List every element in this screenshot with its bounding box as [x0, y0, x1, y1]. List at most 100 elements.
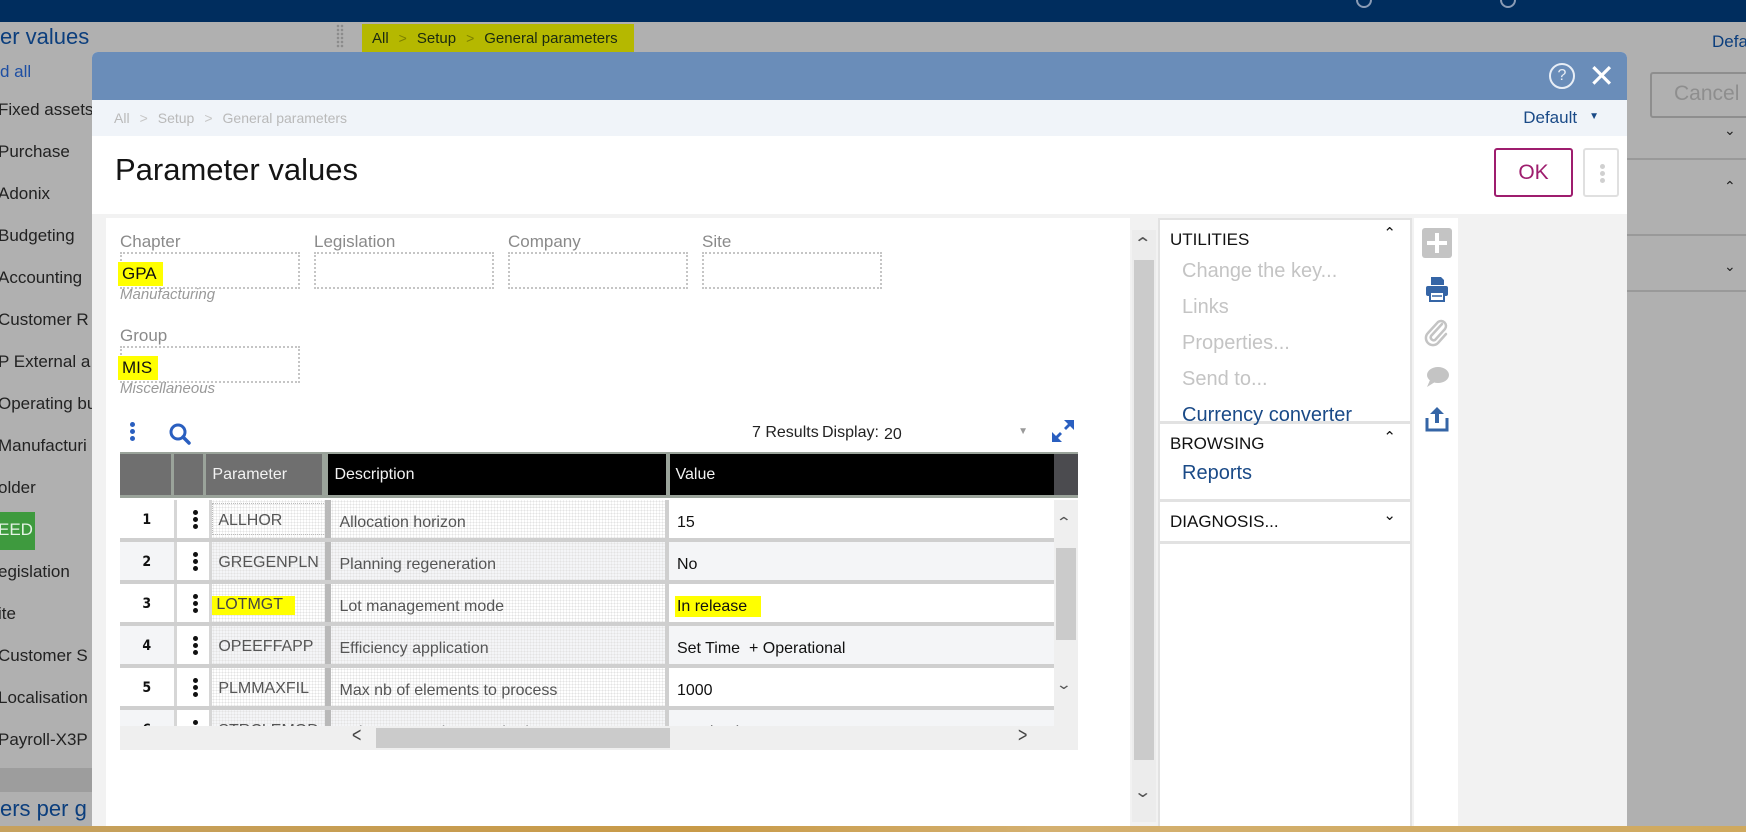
user-icon[interactable] — [1356, 0, 1372, 8]
breadcrumb-item[interactable]: General parameters — [223, 110, 348, 126]
value-cell[interactable]: No — [669, 542, 1054, 580]
column-header-description[interactable]: Description — [328, 454, 670, 495]
diagnosis-section[interactable]: DIAGNOSIS... ⌄ — [1160, 502, 1410, 544]
close-icon[interactable]: ✕ — [1588, 58, 1615, 94]
grid-horizontal-scrollbar[interactable]: < > — [120, 725, 1078, 750]
search-icon[interactable] — [168, 422, 192, 446]
sidebar-item[interactable]: Operating bu — [0, 390, 92, 432]
comment-icon[interactable] — [1422, 362, 1452, 392]
breadcrumb-item[interactable]: All — [114, 110, 130, 126]
grid-body: 1 ALLHOR Allocation horizon 15 2 GREGENP… — [120, 500, 1054, 726]
fullscreen-icon[interactable] — [1050, 418, 1076, 444]
sidebar-item[interactable]: Customer R — [0, 306, 92, 348]
sidebar-item[interactable]: Accounting — [0, 264, 92, 306]
sidebar-item[interactable]: Customer S — [0, 642, 92, 684]
site-field[interactable] — [702, 252, 882, 289]
breadcrumb-item[interactable]: All — [372, 30, 389, 47]
menu-item-properties: Properties... — [1182, 332, 1290, 354]
column-header-actions — [173, 454, 207, 495]
ok-button[interactable]: OK — [1494, 148, 1573, 197]
chevron-up-icon[interactable]: ⌃ — [1383, 428, 1396, 446]
diagnosis-title[interactable]: DIAGNOSIS... — [1160, 502, 1410, 532]
company-field[interactable] — [508, 252, 688, 289]
column-header-value[interactable]: Value — [669, 454, 1055, 495]
scroll-up-icon[interactable]: ⌃ — [1056, 514, 1072, 531]
breadcrumb-item[interactable]: Setup — [417, 30, 456, 47]
sidebar-item[interactable]: Budgeting — [0, 222, 92, 264]
grid-actions-icon[interactable] — [130, 422, 136, 442]
sidebar-item[interactable]: ite — [0, 600, 92, 642]
table-row[interactable]: 1 ALLHOR Allocation horizon 15 — [120, 500, 1054, 542]
parameter-cell[interactable]: PLMMAXFIL — [209, 668, 332, 706]
form-vertical-scrollbar[interactable]: ⌃ ⌄ — [1132, 230, 1156, 822]
parameter-cell[interactable]: GREGENPLN — [209, 542, 332, 580]
chevron-down-icon[interactable]: ⌄ — [1383, 506, 1396, 524]
row-actions-icon[interactable] — [173, 500, 210, 538]
sidebar-item[interactable]: Adonix — [0, 180, 92, 222]
expand-all-link[interactable]: d all — [0, 62, 31, 82]
group-description: Miscellaneous — [120, 380, 216, 397]
breadcrumb-item[interactable]: Setup — [158, 110, 195, 126]
help-icon[interactable]: ? — [1549, 63, 1575, 89]
sidebar-item[interactable]: Purchase — [0, 138, 92, 180]
value-cell[interactable]: Purchasing — [669, 710, 1054, 726]
sidebar-item[interactable]: Payroll-X3P — [0, 726, 92, 768]
sidebar-item[interactable]: older — [0, 474, 92, 516]
sidebar-item[interactable]: egislation — [0, 558, 92, 600]
plus-icon[interactable] — [1422, 228, 1452, 258]
chevron-down-icon[interactable]: ⌄ — [1724, 122, 1736, 139]
scrollbar-thumb[interactable] — [1134, 260, 1154, 760]
scroll-left-icon[interactable]: < — [352, 725, 361, 748]
side-panel: UTILITIES ⌃ Change the key... Links Prop… — [1158, 218, 1412, 826]
scroll-down-icon[interactable]: ⌄ — [1056, 676, 1072, 693]
value-cell[interactable]: In release — [669, 584, 1054, 622]
parameter-cell[interactable]: STRCLEMOD — [209, 710, 332, 726]
default-select[interactable]: Default ▼ — [1523, 108, 1599, 128]
sidebar-item-selected[interactable]: EED — [0, 512, 35, 550]
row-actions-icon[interactable] — [173, 626, 210, 664]
scroll-up-icon[interactable]: ⌃ — [1133, 234, 1152, 254]
display-select[interactable]: 20 ▼ — [884, 420, 1040, 448]
scrollbar-thumb[interactable] — [376, 728, 670, 748]
parameter-cell[interactable]: ALLHOR — [209, 500, 332, 538]
table-row[interactable]: 5 PLMMAXFIL Max nb of elements to proces… — [120, 668, 1054, 710]
sidebar-item[interactable]: Localisation — [0, 684, 92, 726]
row-actions-icon[interactable] — [173, 710, 210, 726]
scroll-down-icon[interactable]: ⌄ — [1133, 782, 1152, 802]
row-actions-icon[interactable] — [173, 668, 210, 706]
settings-icon[interactable] — [1500, 0, 1516, 8]
chevron-up-icon[interactable]: ⌃ — [1383, 224, 1396, 242]
background-default-select[interactable]: Defa — [1712, 32, 1746, 52]
value-cell[interactable]: 1000 — [669, 668, 1054, 706]
menu-item-reports[interactable]: Reports — [1160, 458, 1410, 494]
more-actions-button[interactable] — [1583, 148, 1619, 197]
paperclip-icon[interactable] — [1422, 318, 1452, 348]
print-icon[interactable] — [1422, 274, 1452, 304]
table-row[interactable]: 2 GREGENPLN Planning regeneration No — [120, 542, 1054, 584]
sidebar-item[interactable]: Fixed assets — [0, 96, 92, 138]
grid-vertical-scrollbar[interactable]: ⌃ ⌄ — [1054, 500, 1078, 726]
parameter-cell[interactable]: OPEEFFAPP — [209, 626, 332, 664]
sidebar-item[interactable]: P External a — [0, 348, 92, 390]
parameter-cell[interactable]: LOTMGT — [209, 584, 332, 622]
table-row[interactable]: 6 STRCLEMOD Sub contract close method Pu… — [120, 710, 1054, 726]
legislation-field[interactable] — [314, 252, 494, 289]
chevron-up-icon[interactable]: ⌃ — [1724, 178, 1736, 195]
share-icon[interactable] — [1422, 404, 1452, 434]
column-header-parameter[interactable]: Parameter — [206, 454, 329, 495]
description-cell: Sub contract close method — [331, 710, 669, 726]
sidebar-item[interactable]: Manufacturi — [0, 432, 92, 474]
scroll-right-icon[interactable]: > — [1018, 725, 1027, 748]
breadcrumb-item[interactable]: General parameters — [484, 30, 617, 47]
scrollbar-thumb[interactable] — [1056, 548, 1076, 640]
table-row-highlighted[interactable]: 3 LOTMGT Lot management mode In release — [120, 584, 1054, 626]
table-row[interactable]: 4 OPEEFFAPP Efficiency application Set T… — [120, 626, 1054, 668]
drag-handle-icon[interactable] — [336, 24, 344, 48]
chevron-down-icon[interactable]: ⌄ — [1724, 258, 1736, 275]
value-cell[interactable]: Set Time + Operational — [669, 626, 1054, 664]
row-actions-icon[interactable] — [173, 542, 210, 580]
value-cell[interactable]: 15 — [669, 500, 1054, 538]
background-footer-link[interactable]: ers per g — [0, 796, 87, 822]
cancel-button[interactable]: Cancel — [1650, 72, 1746, 118]
row-actions-icon[interactable] — [173, 584, 210, 622]
